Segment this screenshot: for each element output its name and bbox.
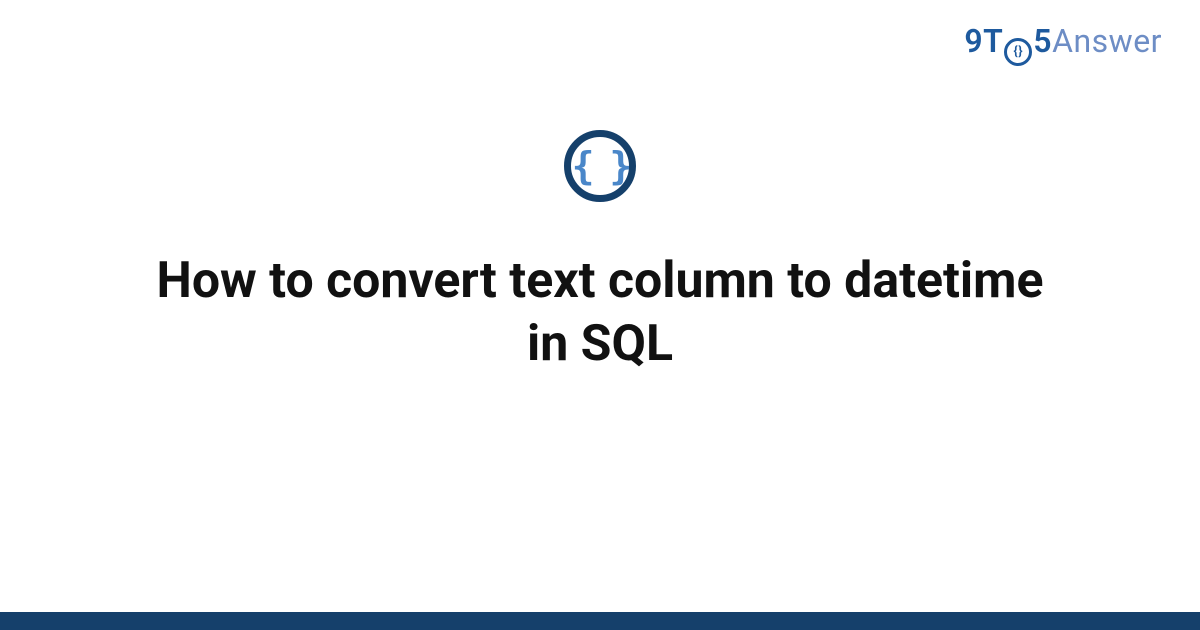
page-title: How to convert text column to datetime i… [100, 250, 1100, 375]
logo-text-answer: Answer [1052, 22, 1162, 60]
site-logo[interactable]: 9T{}5Answer [964, 22, 1162, 66]
logo-text-9t: 9T [964, 22, 1003, 60]
code-braces-icon: { } [564, 130, 636, 202]
footer-accent-bar [0, 612, 1200, 630]
logo-circle-glyph: {} [1004, 38, 1032, 66]
logo-text-5: 5 [1033, 22, 1052, 60]
braces-glyph: { } [572, 147, 629, 185]
content-area: { } How to convert text column to dateti… [0, 130, 1200, 375]
